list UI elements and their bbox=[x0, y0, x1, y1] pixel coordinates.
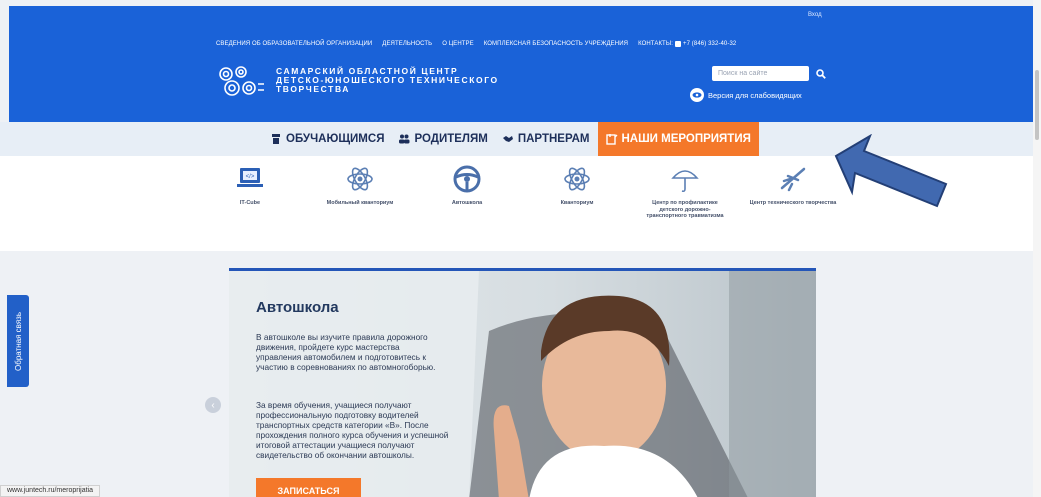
steering-wheel-icon bbox=[452, 164, 482, 194]
direction-driving-school[interactable]: Автошкола bbox=[422, 164, 512, 207]
slide-description: В автошколе вы изучите правила дорожного… bbox=[256, 332, 436, 372]
slider-prev-button[interactable]: ‹ bbox=[205, 397, 221, 413]
direction-road-safety-center[interactable]: Центр по профилактике детского дорожно-т… bbox=[640, 164, 730, 220]
tab-events-label: НАШИ МЕРОПРИЯТИЯ bbox=[621, 133, 751, 145]
events-icon bbox=[605, 134, 617, 145]
direction-tech-creativity-center[interactable]: Центр технического творчества bbox=[748, 164, 838, 207]
nav-item-about[interactable]: О ЦЕНТРЕ bbox=[442, 41, 474, 47]
tab-partners-label: ПАРТНЕРАМ bbox=[517, 133, 590, 145]
low-vision-label: Версия для слабовидящих bbox=[708, 90, 802, 100]
phone-icon bbox=[675, 41, 681, 47]
status-bar-url: www.juntech.ru/meroprijatia bbox=[0, 485, 100, 497]
search-button[interactable] bbox=[814, 66, 828, 81]
nav-item-contacts[interactable]: КОНТАКТЫ: +7 (846) 332-40-32 bbox=[638, 41, 736, 47]
direction-it-cube[interactable]: </> IT-Cube bbox=[205, 164, 295, 207]
site-header: Вход СВЕДЕНИЯ ОБ ОБРАЗОВАТЕЛЬНОЙ ОРГАНИЗ… bbox=[0, 0, 1041, 122]
people-icon bbox=[399, 134, 410, 144]
graduation-icon bbox=[272, 134, 280, 144]
hero-slider: Автошкола В автошколе вы изучите правила… bbox=[229, 268, 816, 497]
feedback-tab[interactable]: Обратная связь bbox=[7, 295, 29, 387]
logo-line-3: ТВОРЧЕСТВА bbox=[276, 84, 351, 94]
contacts-label: КОНТАКТЫ: bbox=[638, 41, 673, 47]
svg-text:</>: </> bbox=[246, 174, 255, 180]
eye-icon bbox=[690, 88, 704, 102]
tab-parents[interactable]: РОДИТЕЛЯМ bbox=[398, 133, 488, 145]
handshake-icon bbox=[502, 136, 513, 142]
direction-mobile-quantorium[interactable]: Мобильный кванториум bbox=[315, 164, 405, 207]
laptop-code-icon: </> bbox=[235, 164, 265, 194]
direction-quantorium[interactable]: Кванториум bbox=[532, 164, 622, 207]
contacts-phone: +7 (846) 332-40-32 bbox=[683, 41, 737, 47]
tab-parents-label: РОДИТЕЛЯМ bbox=[414, 133, 488, 145]
direction-label: Кванториум bbox=[560, 200, 594, 206]
plane-icon bbox=[778, 164, 808, 194]
signup-button[interactable]: ЗАПИСАТЬСЯ bbox=[256, 478, 361, 497]
slide-title: Автошкола bbox=[256, 299, 339, 316]
top-nav: СВЕДЕНИЯ ОБ ОБРАЗОВАТЕЛЬНОЙ ОРГАНИЗАЦИИ … bbox=[216, 41, 736, 47]
tab-students[interactable]: ОБУЧАЮЩИМСЯ bbox=[270, 133, 384, 145]
slide-details: За время обучения, учащиеся получают про… bbox=[256, 400, 449, 460]
logo-gears-icon[interactable] bbox=[214, 62, 266, 100]
direction-label: Автошкола bbox=[451, 200, 483, 206]
tab-events[interactable]: НАШИ МЕРОПРИЯТИЯ bbox=[597, 122, 759, 156]
chevron-left-icon: ‹ bbox=[211, 399, 215, 411]
direction-label: IT-Cube bbox=[239, 200, 261, 206]
logo-title[interactable]: САМАРСКИЙ ОБЛАСТНОЙ ЦЕНТР ДЕТСКО-ЮНОШЕСК… bbox=[276, 67, 536, 94]
search-icon bbox=[816, 68, 826, 79]
login-link[interactable]: Вход bbox=[808, 12, 822, 18]
atom-icon bbox=[562, 164, 592, 194]
tab-partners[interactable]: ПАРТНЕРАМ bbox=[502, 133, 590, 145]
tab-students-label: ОБУЧАЮЩИМСЯ bbox=[286, 133, 385, 145]
umbrella-icon bbox=[670, 164, 700, 194]
feedback-label: Обратная связь bbox=[13, 311, 23, 371]
low-vision-link[interactable]: Версия для слабовидящих bbox=[690, 88, 802, 102]
nav-item-activity[interactable]: ДЕЯТЕЛЬНОСТЬ bbox=[382, 41, 432, 47]
browser-page: Вход СВЕДЕНИЯ ОБ ОБРАЗОВАТЕЛЬНОЙ ОРГАНИЗ… bbox=[0, 0, 1041, 497]
annotation-arrow bbox=[834, 134, 948, 208]
scrollbar-thumb[interactable] bbox=[1035, 70, 1039, 140]
nav-item-org-info[interactable]: СВЕДЕНИЯ ОБ ОБРАЗОВАТЕЛЬНОЙ ОРГАНИЗАЦИИ bbox=[216, 41, 372, 47]
direction-label: Мобильный кванториум bbox=[326, 200, 394, 206]
search-input[interactable] bbox=[712, 66, 809, 81]
direction-label: Центр по профилактике детского дорожно-т… bbox=[646, 200, 724, 219]
atom-icon bbox=[345, 164, 375, 194]
direction-label: Центр технического творчества bbox=[749, 200, 837, 206]
nav-item-security[interactable]: КОМПЛЕКСНАЯ БЕЗОПАСНОСТЬ УЧРЕЖДЕНИЯ bbox=[484, 41, 628, 47]
header-background bbox=[9, 6, 1033, 122]
